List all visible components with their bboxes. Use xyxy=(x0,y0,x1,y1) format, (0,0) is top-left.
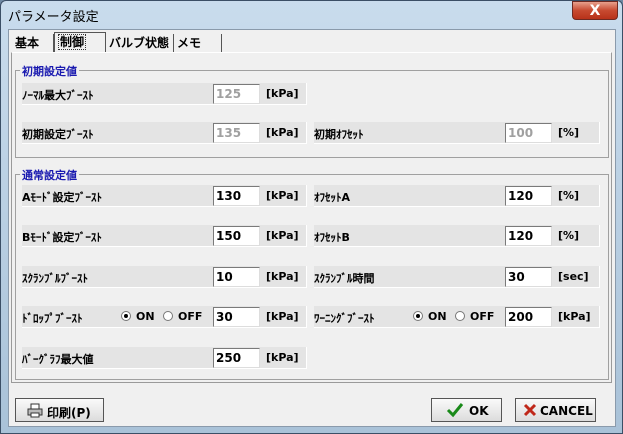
initial-boost-label: 初期設定ﾌﾞｰｽﾄ xyxy=(22,128,94,141)
tab-control-label: 制御 xyxy=(58,34,87,50)
cross-icon xyxy=(523,403,537,417)
tab-memo[interactable]: メモ xyxy=(174,34,222,53)
normal-settings-group: 通常設定値 Aﾓｰﾄﾞ設定ﾌﾞｰｽﾄ 130 [kPa] ｵﾌｾｯﾄA 120 … xyxy=(15,167,609,380)
offset-a-row: ｵﾌｾｯﾄA 120 [%] xyxy=(314,185,600,207)
scramble-boost-row: ｽｸﾗﾝﾌﾞﾙﾌﾞｰｽﾄ 10 [kPa] xyxy=(22,266,307,288)
normal-max-boost-field[interactable]: 125 xyxy=(213,84,260,104)
normal-max-boost-unit: [kPa] xyxy=(266,87,299,100)
bargraph-max-label: ﾊﾞｰｸﾞﾗﾌ最大値 xyxy=(22,353,94,366)
b-mode-boost-label: Bﾓｰﾄﾞ設定ﾌﾞｰｽﾄ xyxy=(22,231,102,244)
warning-boost-on-radio[interactable] xyxy=(413,311,423,321)
initial-boost-row: 初期設定ﾌﾞｰｽﾄ 135 [kPa] xyxy=(22,122,307,144)
drop-boost-field[interactable]: 30 xyxy=(213,307,260,327)
drop-boost-on-label: ON xyxy=(136,310,155,323)
bargraph-max-unit: [kPa] xyxy=(266,351,299,364)
initial-offset-row: 初期ｵﾌｾｯﾄ 100 [%] xyxy=(314,122,600,144)
drop-boost-off-label: OFF xyxy=(178,310,203,323)
tab-control[interactable]: 制御 xyxy=(54,32,106,53)
bargraph-max-field[interactable]: 250 xyxy=(213,348,260,368)
scramble-time-field[interactable]: 30 xyxy=(505,267,552,287)
title-bar[interactable]: パラメータ設定 X xyxy=(1,1,622,25)
initial-boost-unit: [kPa] xyxy=(266,126,299,139)
initial-settings-group: 初期設定値 ﾉｰﾏﾙ最大ﾌﾞｰｽﾄ 125 [kPa] 初期設定ﾌﾞｰｽﾄ 13… xyxy=(15,63,609,158)
printer-icon xyxy=(27,403,43,418)
offset-a-unit: [%] xyxy=(558,189,580,202)
scramble-time-unit: [sec] xyxy=(558,270,589,283)
warning-boost-field[interactable]: 200 xyxy=(505,307,552,327)
a-mode-boost-label: Aﾓｰﾄﾞ設定ﾌﾞｰｽﾄ xyxy=(22,191,103,204)
offset-b-unit: [%] xyxy=(558,229,580,242)
scramble-time-label: ｽｸﾗﾝﾌﾞﾙ時間 xyxy=(314,272,375,285)
a-mode-boost-field[interactable]: 130 xyxy=(213,186,260,206)
initial-offset-unit: [%] xyxy=(558,126,580,139)
scramble-time-row: ｽｸﾗﾝﾌﾞﾙ時間 30 [sec] xyxy=(314,266,600,288)
tab-valve-status[interactable]: バルブ状態 xyxy=(106,34,174,53)
close-button[interactable]: X xyxy=(572,1,618,20)
offset-b-row: ｵﾌｾｯﾄB 120 [%] xyxy=(314,225,600,247)
offset-a-label: ｵﾌｾｯﾄA xyxy=(314,191,351,204)
b-mode-boost-field[interactable]: 150 xyxy=(213,226,260,246)
initial-offset-label: 初期ｵﾌｾｯﾄ xyxy=(314,128,364,141)
warning-boost-label: ﾜｰﾆﾝｸﾞﾌﾞｰｽﾄ xyxy=(314,312,375,325)
ok-button[interactable]: OK xyxy=(431,398,502,422)
initial-boost-field[interactable]: 135 xyxy=(213,123,260,143)
initial-settings-title: 初期設定値 xyxy=(20,63,79,79)
tab-basic[interactable]: 基本 xyxy=(12,34,54,53)
tab-page-control: 初期設定値 ﾉｰﾏﾙ最大ﾌﾞｰｽﾄ 125 [kPa] 初期設定ﾌﾞｰｽﾄ 13… xyxy=(11,52,612,383)
offset-a-field[interactable]: 120 xyxy=(505,186,552,206)
scramble-boost-unit: [kPa] xyxy=(266,270,299,283)
drop-boost-unit: [kPa] xyxy=(266,310,299,323)
window-title: パラメータ設定 xyxy=(8,10,99,25)
checkmark-icon xyxy=(446,403,464,418)
normal-max-boost-row: ﾉｰﾏﾙ最大ﾌﾞｰｽﾄ 125 [kPa] xyxy=(22,83,307,105)
drop-boost-on-radio[interactable] xyxy=(121,311,131,321)
a-mode-boost-row: Aﾓｰﾄﾞ設定ﾌﾞｰｽﾄ 130 [kPa] xyxy=(22,185,307,207)
dialog-body: 基本 制御 バルブ状態 メモ 初期設定値 ﾉｰﾏﾙ最大ﾌﾞｰｽﾄ 125 [kP… xyxy=(8,29,616,427)
warning-boost-row: ﾜｰﾆﾝｸﾞﾌﾞｰｽﾄ ON OFF 200 [kPa] xyxy=(314,306,600,328)
dialog-window: パラメータ設定 X 基本 制御 バルブ状態 メモ 初期設定値 ﾉｰﾏﾙ最大ﾌﾞｰ… xyxy=(0,0,623,434)
warning-boost-off-label: OFF xyxy=(470,310,495,323)
b-mode-boost-row: Bﾓｰﾄﾞ設定ﾌﾞｰｽﾄ 150 [kPa] xyxy=(22,225,307,247)
cancel-button[interactable]: CANCEL xyxy=(515,398,596,422)
print-button-label: 印刷(P) xyxy=(47,406,91,420)
warning-boost-unit: [kPa] xyxy=(558,310,591,323)
scramble-boost-label: ｽｸﾗﾝﾌﾞﾙﾌﾞｰｽﾄ xyxy=(22,272,88,285)
cancel-button-label: CANCEL xyxy=(540,404,593,418)
drop-boost-off-radio[interactable] xyxy=(163,311,173,321)
warning-boost-off-radio[interactable] xyxy=(455,311,465,321)
initial-offset-field[interactable]: 100 xyxy=(505,123,552,143)
ok-button-label: OK xyxy=(469,404,489,418)
normal-settings-title: 通常設定値 xyxy=(20,167,79,183)
warning-boost-on-label: ON xyxy=(428,310,447,323)
b-mode-boost-unit: [kPa] xyxy=(266,229,299,242)
drop-boost-row: ﾄﾞﾛｯﾌﾟﾌﾞｰｽﾄ ON OFF 30 [kPa] xyxy=(22,306,307,328)
offset-b-label: ｵﾌｾｯﾄB xyxy=(314,231,350,244)
print-button[interactable]: 印刷(P) xyxy=(15,398,104,422)
a-mode-boost-unit: [kPa] xyxy=(266,189,299,202)
normal-max-boost-label: ﾉｰﾏﾙ最大ﾌﾞｰｽﾄ xyxy=(22,89,94,102)
drop-boost-label: ﾄﾞﾛｯﾌﾟﾌﾞｰｽﾄ xyxy=(22,312,83,325)
scramble-boost-field[interactable]: 10 xyxy=(213,267,260,287)
offset-b-field[interactable]: 120 xyxy=(505,226,552,246)
bargraph-max-row: ﾊﾞｰｸﾞﾗﾌ最大値 250 [kPa] xyxy=(22,347,307,369)
